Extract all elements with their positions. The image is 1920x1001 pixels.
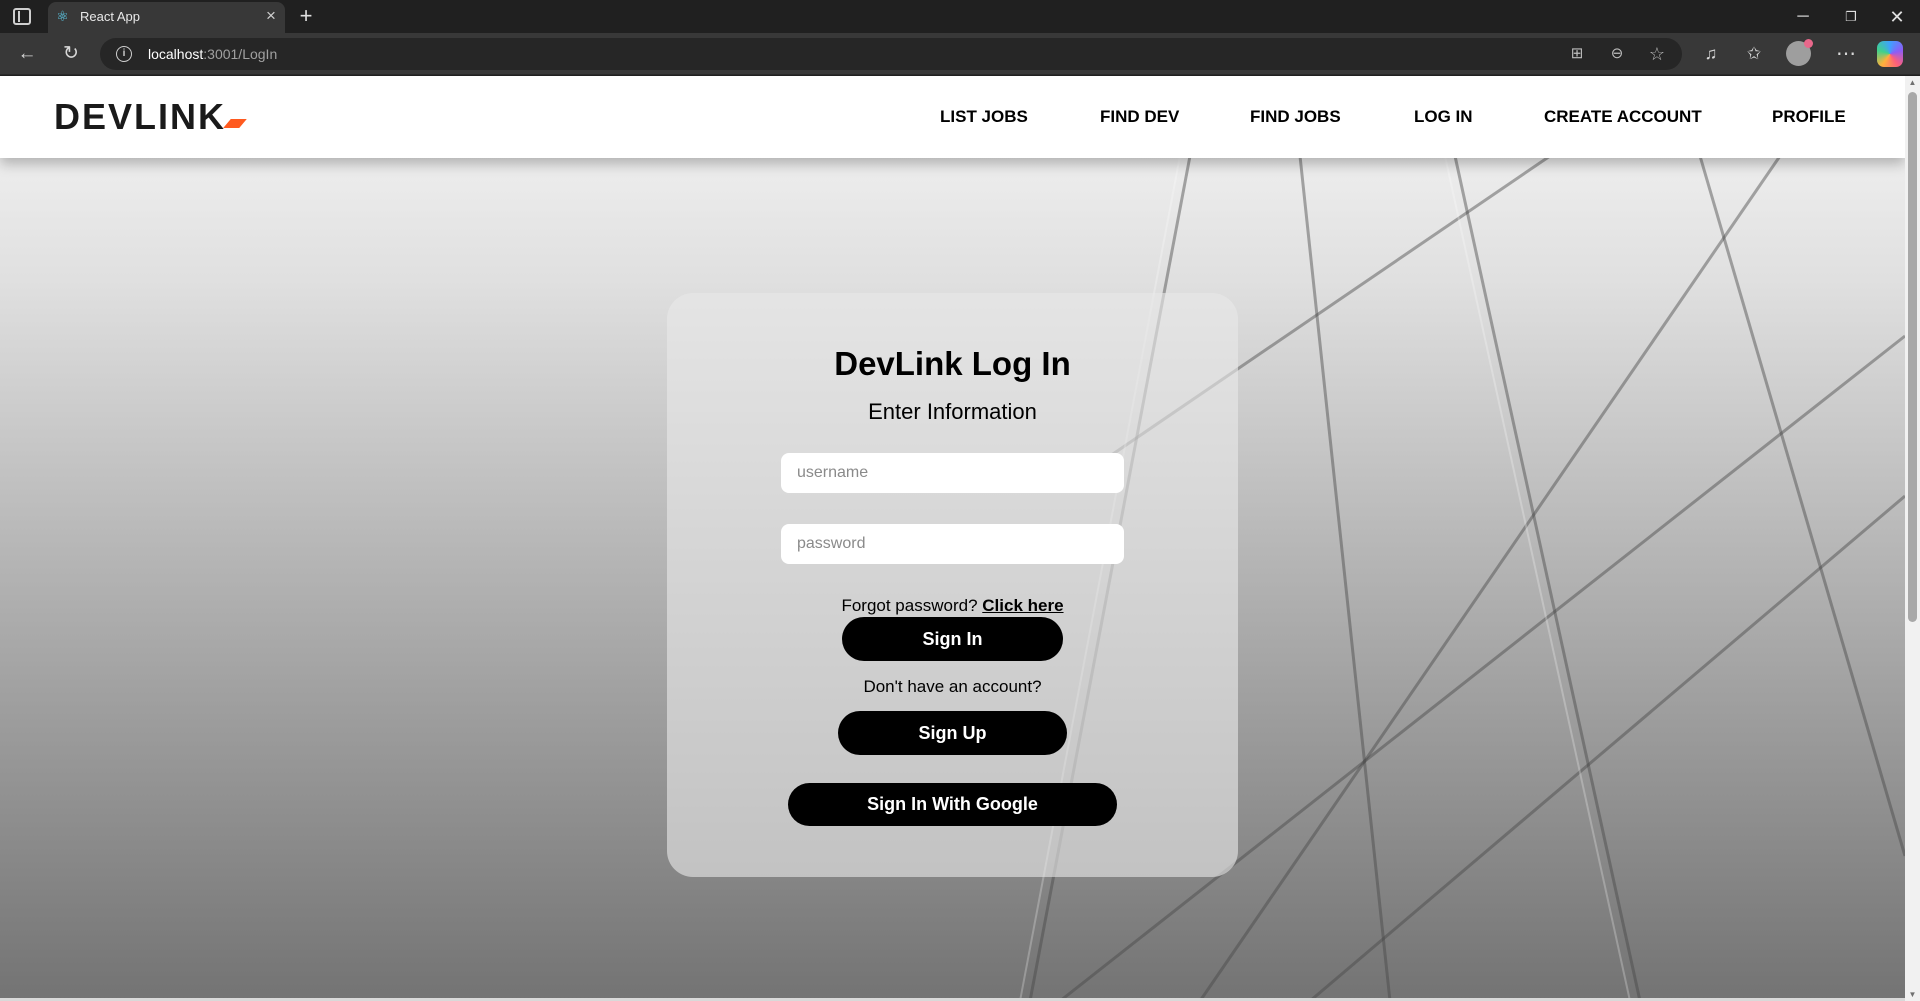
nav-find-jobs[interactable]: FIND JOBS [1250, 107, 1341, 127]
back-icon[interactable]: ← [14, 41, 40, 67]
restore-icon[interactable]: ❐ [1828, 2, 1874, 32]
logo-accent-mark [223, 119, 247, 128]
nav-find-dev[interactable]: FIND DEV [1100, 107, 1179, 127]
address-bar[interactable]: i localhost:3001/LogIn ⊞ ⊖ ☆ [100, 38, 1682, 70]
extensions-icon[interactable]: ♫ [1697, 41, 1725, 67]
forgot-password-row: Forgot password? Click here [667, 596, 1238, 616]
page-viewport: DEVLINK LIST JOBS FIND DEV FIND JOBS LOG… [0, 76, 1905, 1001]
forgot-password-link[interactable]: Click here [982, 596, 1063, 615]
more-options-icon[interactable]: ⋯ [1832, 41, 1860, 67]
sidebar-toggle-icon[interactable] [13, 8, 31, 25]
reload-icon[interactable]: ↻ [58, 41, 84, 67]
forgot-password-text: Forgot password? [841, 596, 978, 615]
vertical-scrollbar[interactable]: ▲ ▼ [1905, 76, 1920, 1001]
no-account-text: Don't have an account? [863, 677, 1042, 696]
password-input[interactable] [781, 524, 1124, 564]
url-text[interactable]: localhost:3001/LogIn [148, 46, 277, 62]
nav-list-jobs[interactable]: LIST JOBS [940, 107, 1028, 127]
favorites-icon[interactable]: ✩ [1740, 41, 1768, 67]
react-favicon-icon: ⚛ [56, 8, 69, 24]
site-navbar: DEVLINK LIST JOBS FIND DEV FIND JOBS LOG… [0, 76, 1905, 158]
nav-log-in[interactable]: LOG IN [1414, 107, 1473, 127]
browser-toolbar: ← ↻ i localhost:3001/LogIn ⊞ ⊖ ☆ ♫ ✩ ⋯ [0, 33, 1920, 75]
site-info-icon[interactable]: i [116, 46, 132, 62]
login-subtitle: Enter Information [868, 399, 1037, 424]
window-close-icon[interactable]: ✕ [1874, 2, 1920, 32]
page-title: DevLink Log In [834, 345, 1071, 382]
google-sign-in-button[interactable]: Sign In With Google [788, 783, 1117, 826]
tab-title: React App [80, 9, 140, 24]
nav-create-account[interactable]: CREATE ACCOUNT [1544, 107, 1702, 127]
username-input[interactable] [781, 453, 1124, 493]
nav-profile[interactable]: PROFILE [1772, 107, 1846, 127]
scroll-thumb[interactable] [1908, 92, 1917, 622]
sign-in-button[interactable]: Sign In [842, 617, 1063, 661]
copilot-icon[interactable] [1877, 41, 1903, 67]
favorite-star-icon[interactable]: ☆ [1646, 43, 1668, 65]
scroll-up-icon[interactable]: ▲ [1908, 78, 1917, 87]
scroll-down-icon[interactable]: ▼ [1908, 990, 1917, 999]
devlink-logo[interactable]: DEVLINK [54, 96, 226, 138]
browser-tab-bar: ⚛ React App × + ─ ❐ ✕ [0, 0, 1920, 33]
sign-up-button[interactable]: Sign Up [838, 711, 1067, 755]
new-tab-icon[interactable]: + [295, 4, 317, 28]
zoom-icon[interactable]: ⊖ [1606, 43, 1628, 65]
app-available-icon[interactable]: ⊞ [1566, 43, 1588, 65]
minimize-icon[interactable]: ─ [1780, 2, 1826, 32]
tab-close-icon[interactable]: × [262, 6, 280, 26]
profile-avatar-icon[interactable] [1786, 39, 1813, 66]
login-card: DevLink Log In Enter Information Forgot … [667, 293, 1238, 877]
